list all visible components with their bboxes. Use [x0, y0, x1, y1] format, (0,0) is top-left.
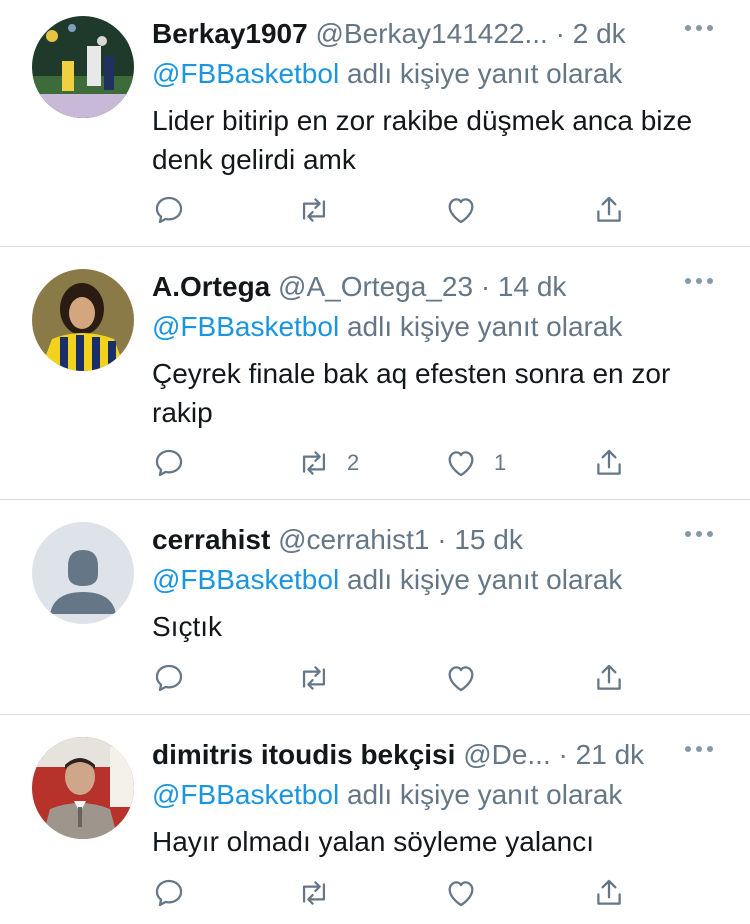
action-bar — [152, 192, 642, 228]
reply-context-label: adlı kişiye yanıt olarak — [339, 311, 623, 342]
tweet-4[interactable]: dimitris itoudis bekçisi @De... · 21 dk … — [0, 721, 750, 924]
timestamp[interactable]: 14 dk — [498, 271, 567, 302]
reply-icon — [155, 196, 183, 224]
mention-link[interactable]: @FBBasketbol — [152, 311, 339, 342]
retweet-icon — [302, 451, 326, 475]
share-icon — [597, 664, 621, 690]
reply-icon — [155, 664, 183, 692]
retweet-count: 2 — [347, 450, 360, 475]
user-handle[interactable]: @A_Ortega_23 — [278, 271, 473, 302]
tweet-text: Sıçtık — [152, 611, 223, 642]
retweet-button[interactable] — [297, 192, 347, 228]
reply-context: @FBBasketbol adlı kişiye yanıt olarak — [152, 307, 622, 347]
reply-context-label: adlı kişiye yanıt olarak — [339, 58, 623, 89]
share-button[interactable] — [592, 660, 626, 696]
reply-context-label: adlı kişiye yanıt olarak — [339, 779, 623, 810]
tweet-2[interactable]: A.Ortega @A_Ortega_23 · 14 dk @FBBasketb… — [0, 253, 750, 500]
avatar[interactable] — [32, 522, 134, 624]
separator-dot: · — [555, 18, 565, 49]
user-handle[interactable]: @De... — [463, 739, 551, 770]
separator-dot: · — [558, 739, 568, 770]
action-bar — [152, 660, 642, 696]
action-bar: 2 1 — [152, 445, 642, 481]
retweet-button[interactable] — [297, 660, 347, 696]
tweet-3[interactable]: cerrahist @cerrahist1 · 15 dk @FBBasketb… — [0, 506, 750, 714]
avatar[interactable] — [32, 737, 134, 839]
reply-context-label: adlı kişiye yanıt olarak — [339, 564, 623, 595]
timestamp[interactable]: 15 dk — [454, 524, 523, 555]
share-button[interactable] — [592, 875, 626, 911]
avatar[interactable] — [32, 269, 134, 371]
avatar[interactable] — [32, 16, 134, 118]
reply-context: @FBBasketbol adlı kişiye yanıt olarak — [152, 54, 622, 94]
user-handle[interactable]: @Berkay141422... — [315, 18, 547, 49]
share-button[interactable] — [592, 192, 626, 228]
action-bar — [152, 875, 642, 911]
tweet-1[interactable]: Berkay1907 @Berkay141422... · 2 dk @FBBa… — [0, 0, 750, 247]
tweet-text: Çeyrek finale bak aq efesten sonra en zo… — [152, 358, 671, 428]
mention-link[interactable]: @FBBasketbol — [152, 779, 339, 810]
reply-button[interactable] — [152, 875, 186, 911]
reply-icon — [155, 449, 183, 477]
tweet-header: Berkay1907 @Berkay141422... · 2 dk — [152, 14, 650, 54]
reply-context: @FBBasketbol adlı kişiye yanıt olarak — [152, 560, 622, 600]
like-count: 1 — [494, 450, 507, 475]
retweet-icon — [302, 198, 326, 222]
tweet-divider — [0, 246, 750, 247]
display-name[interactable]: Berkay1907 — [152, 18, 308, 49]
like-button[interactable] — [444, 875, 494, 911]
retweet-button[interactable]: 2 — [297, 445, 359, 481]
display-name[interactable]: cerrahist — [152, 524, 270, 555]
like-button[interactable] — [444, 192, 494, 228]
mention-link[interactable]: @FBBasketbol — [152, 58, 339, 89]
more-options-icon[interactable] — [684, 22, 714, 34]
timestamp[interactable]: 21 dk — [576, 739, 645, 770]
heart-icon — [448, 451, 474, 477]
separator-dot: · — [437, 524, 447, 555]
reply-icon — [155, 879, 183, 907]
display-name[interactable]: dimitris itoudis bekçisi — [152, 739, 455, 770]
more-options-icon[interactable] — [684, 743, 714, 755]
retweet-icon — [302, 881, 326, 905]
reply-button[interactable] — [152, 192, 186, 228]
tweet-header: A.Ortega @A_Ortega_23 · 14 dk — [152, 267, 650, 307]
like-button[interactable] — [444, 660, 494, 696]
tweet-header: dimitris itoudis bekçisi @De... · 21 dk — [152, 735, 650, 775]
share-icon — [597, 449, 621, 475]
reply-button[interactable] — [152, 445, 186, 481]
more-options-icon[interactable] — [684, 275, 714, 287]
display-name[interactable]: A.Ortega — [152, 271, 270, 302]
mention-link[interactable]: @FBBasketbol — [152, 564, 339, 595]
heart-icon — [448, 198, 474, 224]
tweet-text: Lider bitirip en zor rakibe düşmek anca … — [152, 105, 693, 175]
reply-context: @FBBasketbol adlı kişiye yanıt olarak — [152, 775, 622, 815]
tweet-divider — [0, 714, 750, 715]
heart-icon — [448, 666, 474, 692]
reply-button[interactable] — [152, 660, 186, 696]
tweet-divider — [0, 499, 750, 500]
share-button[interactable] — [592, 445, 626, 481]
tweet-header: cerrahist @cerrahist1 · 15 dk — [152, 520, 650, 560]
like-button[interactable]: 1 — [444, 445, 506, 481]
tweet-text: Hayır olmadı yalan söyleme yalancı — [152, 826, 594, 857]
user-handle[interactable]: @cerrahist1 — [278, 524, 429, 555]
timestamp[interactable]: 2 dk — [573, 18, 626, 49]
share-icon — [597, 196, 621, 222]
retweet-button[interactable] — [297, 875, 347, 911]
retweet-icon — [302, 666, 326, 690]
heart-icon — [448, 881, 474, 907]
separator-dot: · — [480, 271, 491, 302]
more-options-icon[interactable] — [684, 528, 714, 540]
share-icon — [597, 879, 621, 905]
